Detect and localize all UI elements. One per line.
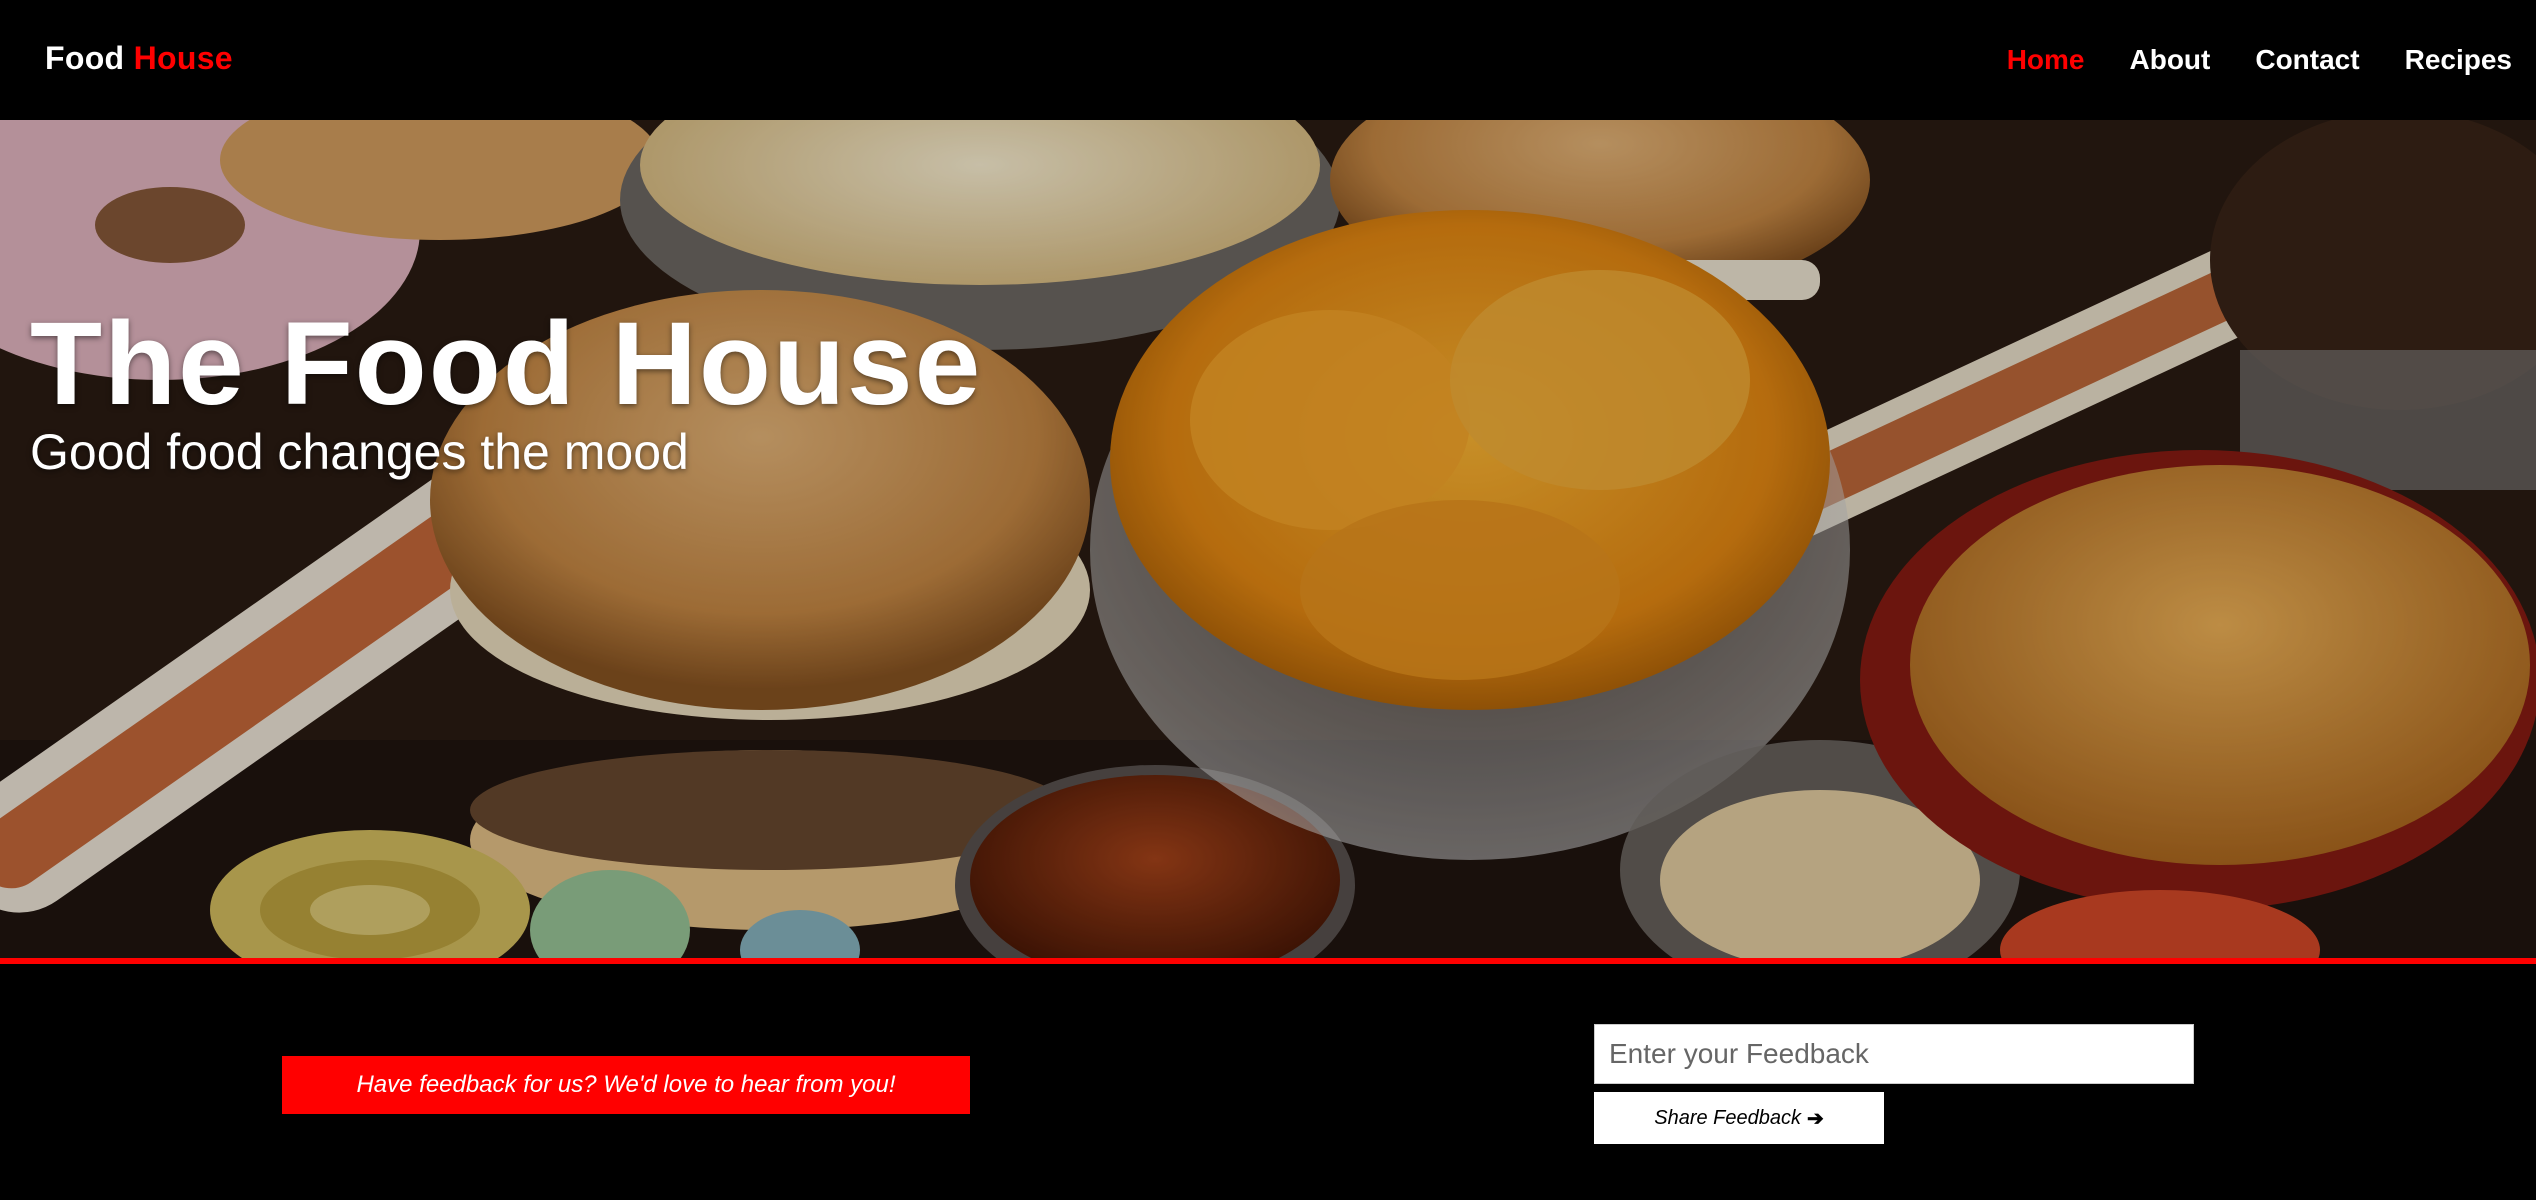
hero-section: The Food House Good food changes the moo…: [0, 120, 2536, 958]
nav-link-about[interactable]: About: [2130, 40, 2211, 80]
share-feedback-button[interactable]: Share Feedback ➔: [1594, 1092, 1884, 1144]
hero-subtitle: Good food changes the mood: [30, 424, 689, 480]
nav-link-contact[interactable]: Contact: [2255, 40, 2359, 80]
brand-word-food: Food: [45, 40, 125, 76]
hero-title: The Food House: [30, 298, 983, 430]
feedback-banner: Have feedback for us? We'd love to hear …: [282, 1056, 970, 1114]
nav-link-recipes[interactable]: Recipes: [2405, 40, 2512, 80]
feedback-input[interactable]: [1594, 1024, 2194, 1084]
navbar: Food House Home About Contact Recipes: [0, 0, 2536, 120]
nav-menu: Home About Contact Recipes: [2007, 40, 2512, 80]
arrow-right-icon: ➔: [1807, 1107, 1824, 1130]
hero-divider: [0, 958, 2536, 964]
nav-link-home[interactable]: Home: [2007, 40, 2085, 80]
brand-word-house: House: [133, 40, 233, 76]
hero-dark-overlay: [0, 120, 2536, 958]
brand-logo[interactable]: Food House: [45, 40, 233, 77]
share-feedback-label: Share Feedback: [1654, 1106, 1801, 1129]
